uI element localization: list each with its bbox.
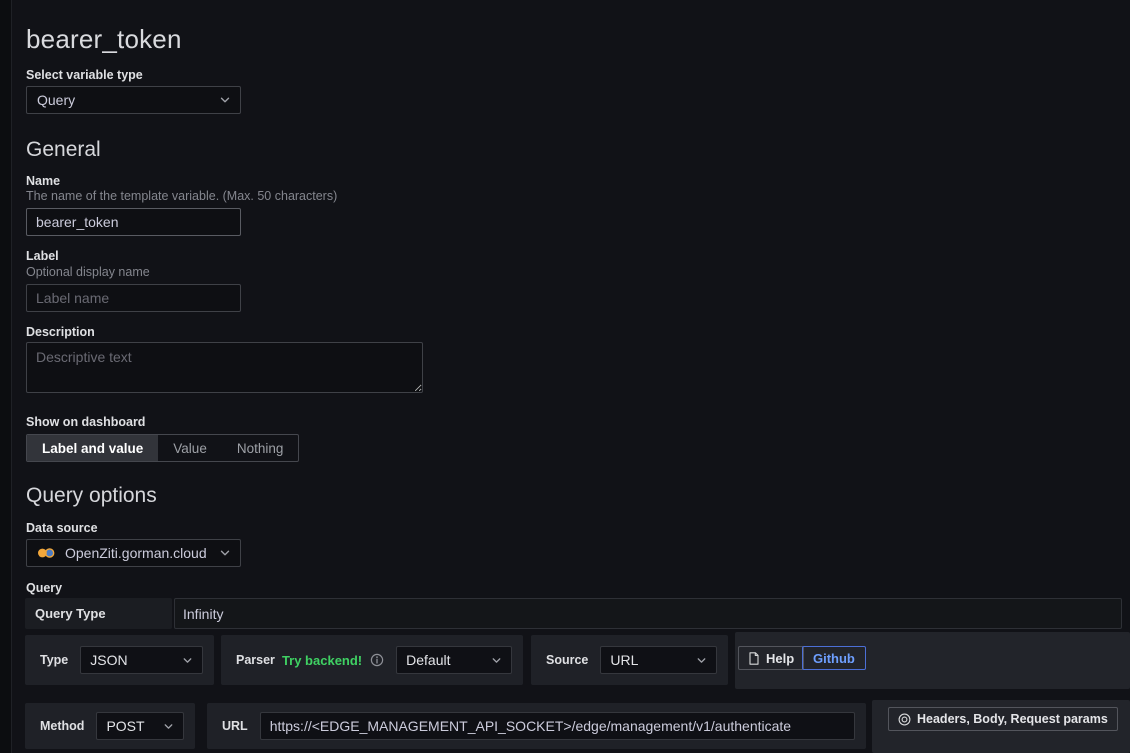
variable-type-value: Query: [37, 92, 75, 108]
type-select[interactable]: JSON: [80, 646, 203, 674]
github-button-label: Github: [813, 651, 855, 666]
chevron-down-icon: [218, 546, 232, 560]
source-select[interactable]: URL: [600, 646, 717, 674]
label-label: Label: [26, 249, 59, 263]
radio-option-value[interactable]: Value: [158, 435, 222, 461]
parser-value: Default: [406, 652, 450, 668]
source-field-group: Source URL: [531, 635, 728, 685]
data-source-value: OpenZiti.gorman.cloud: [65, 545, 207, 561]
name-description: The name of the template variable. (Max.…: [26, 189, 337, 203]
type-label: Type: [40, 653, 68, 667]
query-type-input[interactable]: [174, 598, 1122, 629]
chevron-down-icon: [695, 654, 708, 667]
name-input[interactable]: [26, 208, 241, 236]
headers-button-label: Headers, Body, Request params: [917, 712, 1108, 726]
query-type-label: Query Type: [25, 598, 172, 629]
method-label: Method: [40, 719, 84, 733]
data-source-select[interactable]: OpenZiti.gorman.cloud: [26, 539, 241, 567]
help-button[interactable]: Help: [738, 646, 804, 670]
url-label: URL: [222, 719, 248, 733]
info-icon[interactable]: [370, 653, 384, 667]
infinity-datasource-logo-icon: [37, 547, 56, 559]
method-field-group: Method POST: [25, 703, 195, 749]
description-textarea[interactable]: [26, 342, 423, 393]
radio-option-label-and-value[interactable]: Label and value: [27, 435, 158, 461]
data-source-label: Data source: [26, 521, 98, 535]
help-button-label: Help: [766, 651, 794, 666]
parser-select[interactable]: Default: [396, 646, 512, 674]
source-value: URL: [610, 652, 638, 668]
method-select[interactable]: POST: [96, 712, 184, 740]
label-description: Optional display name: [26, 265, 150, 279]
description-label: Description: [26, 325, 95, 339]
variable-editor-page: bearer_token Select variable type Query …: [0, 0, 1130, 753]
try-backend-link[interactable]: Try backend!: [282, 653, 362, 668]
query-section-label: Query: [26, 581, 62, 595]
name-label: Name: [26, 174, 60, 188]
url-field-group: URL: [207, 703, 866, 749]
chevron-down-icon: [490, 654, 503, 667]
pane-edge-divider: [0, 0, 12, 753]
query-options-heading: Query options: [26, 484, 157, 508]
page-title: bearer_token: [26, 24, 182, 55]
type-value: JSON: [90, 652, 127, 668]
document-icon: [748, 652, 760, 665]
headers-body-params-button[interactable]: Headers, Body, Request params: [888, 707, 1118, 731]
parser-label: Parser: [236, 653, 275, 667]
chevron-down-icon: [218, 93, 232, 107]
variable-type-label: Select variable type: [26, 68, 143, 82]
show-on-dashboard-radio-group: Label and value Value Nothing: [26, 434, 299, 462]
chevron-down-icon: [162, 720, 175, 733]
type-field-group: Type JSON: [25, 635, 214, 685]
url-input[interactable]: [260, 712, 855, 740]
show-on-dashboard-label: Show on dashboard: [26, 415, 145, 429]
method-value: POST: [106, 718, 144, 734]
variable-type-select[interactable]: Query: [26, 86, 241, 114]
github-button[interactable]: Github: [802, 646, 866, 670]
chevron-down-icon: [181, 654, 194, 667]
source-label: Source: [546, 653, 588, 667]
parser-field-group: Parser Try backend! Default: [221, 635, 523, 685]
label-input[interactable]: [26, 284, 241, 312]
radio-option-nothing[interactable]: Nothing: [222, 435, 299, 461]
general-heading: General: [26, 138, 101, 162]
concentric-circles-icon: [898, 713, 911, 726]
